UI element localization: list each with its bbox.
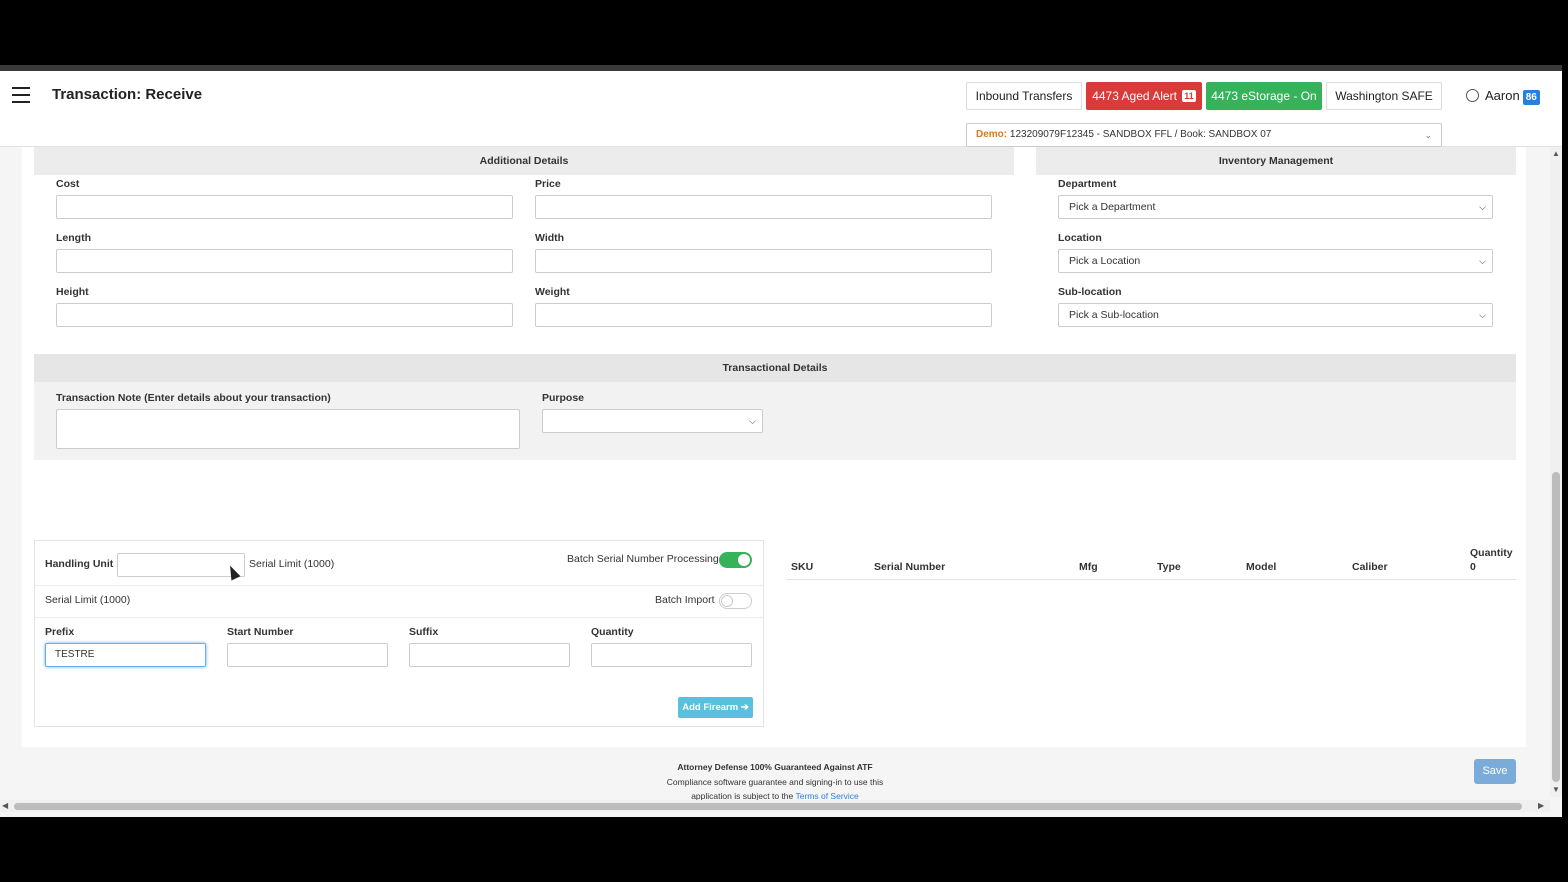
price-input[interactable] [535, 195, 992, 219]
vertical-scrollbar[interactable]: ▲ ▼ [1550, 147, 1562, 797]
transaction-note-hint: (Enter details about your transaction) [144, 392, 331, 404]
handling-unit-input[interactable] [117, 553, 245, 577]
book-select-value: 123209079F12345 - SANDBOX FFL / Book: SA… [1009, 129, 1272, 140]
weight-input[interactable] [535, 303, 992, 327]
col-serial-number: Serial Number [874, 561, 946, 573]
washington-safe-button[interactable]: Washington SAFE [1326, 82, 1442, 110]
batch-serial-label: Batch Serial Number Processing [567, 553, 719, 565]
col-quantity: Quantity [1470, 547, 1513, 559]
quantity-total: 0 [1470, 561, 1476, 573]
location-select-value: Pick a Location [1069, 255, 1141, 267]
width-input[interactable] [535, 249, 992, 273]
vertical-scroll-thumb[interactable] [1552, 472, 1560, 782]
main-content: Additional Details Cost Price Length Wid… [22, 147, 1526, 784]
user-name: Aaron [1485, 88, 1520, 103]
book-demo-prefix: Demo: [976, 129, 1008, 140]
department-label: Department [1058, 178, 1117, 190]
start-number-input[interactable] [227, 643, 388, 667]
serial-limit-text: Serial Limit (1000) [45, 594, 131, 606]
chevron-down-icon: ⌵ [1479, 310, 1486, 320]
chevron-down-icon: ⌵ [1479, 202, 1486, 212]
purpose-label: Purpose [542, 392, 585, 404]
scroll-down-icon[interactable]: ▼ [1552, 785, 1560, 794]
suffix-input[interactable] [409, 643, 570, 667]
sublocation-select-value: Pick a Sub-location [1069, 309, 1159, 321]
toggle-knob [721, 595, 733, 607]
chevron-down-icon: ⌵ [1479, 256, 1486, 266]
user-menu[interactable]: Aaron 86 [1466, 88, 1540, 105]
aged-alert-count-badge: 11 [1182, 90, 1196, 102]
cost-label: Cost [56, 178, 80, 190]
hamburger-menu-icon[interactable] [12, 87, 30, 103]
suffix-label: Suffix [409, 626, 439, 638]
width-label: Width [535, 232, 565, 244]
inbound-transfers-button[interactable]: Inbound Transfers [966, 82, 1082, 110]
handling-unit-label: Handling Unit [45, 558, 114, 570]
user-badge: 86 [1522, 90, 1540, 105]
horizontal-scroll-thumb[interactable] [14, 803, 1522, 810]
footer-guarantee: Attorney Defense 100% Guaranteed Against… [677, 762, 873, 772]
user-icon [1466, 89, 1479, 102]
footer: Attorney Defense 100% Guaranteed Against… [0, 762, 1550, 801]
add-firearm-button[interactable]: Add Firearm ➔ [678, 697, 753, 718]
col-caliber: Caliber [1352, 561, 1388, 573]
transaction-note-label: Transaction Note (Enter details about yo… [56, 392, 331, 404]
scroll-right-icon[interactable]: ▶ [1538, 801, 1544, 810]
weight-label: Weight [535, 286, 570, 298]
transaction-note-label-text: Transaction Note [56, 392, 142, 404]
batch-serial-toggle[interactable] [719, 552, 752, 568]
footer-line2: Compliance software guarantee and signin… [666, 777, 884, 787]
quantity-label: Quantity [591, 626, 634, 638]
department-select[interactable]: Pick a Department ⌵ [1058, 195, 1493, 219]
cost-input[interactable] [56, 195, 513, 219]
batch-import-toggle[interactable] [719, 593, 752, 609]
sublocation-select[interactable]: Pick a Sub-location ⌵ [1058, 303, 1493, 327]
aged-alert-button[interactable]: 4473 Aged Alert 11 [1086, 82, 1202, 110]
col-type: Type [1157, 561, 1181, 573]
length-input[interactable] [56, 249, 513, 273]
book-select[interactable]: Demo: 123209079F12345 - SANDBOX FFL / Bo… [966, 123, 1442, 147]
chevron-down-icon: ⌵ [749, 416, 756, 426]
sublocation-label: Sub-location [1058, 286, 1122, 298]
height-input[interactable] [56, 303, 513, 327]
batch-serial-panel: Handling Unit Serial Limit (1000) Batch … [34, 540, 764, 727]
prefix-label: Prefix [45, 626, 75, 638]
start-number-label: Start Number [227, 626, 294, 638]
page-title: Transaction: Receive [52, 86, 203, 103]
col-model: Model [1246, 561, 1277, 573]
scroll-left-icon[interactable]: ◀ [2, 801, 8, 810]
transaction-note-textarea[interactable] [56, 409, 520, 449]
table-header-divider [786, 579, 1516, 580]
serial-limit-inline: Serial Limit (1000) [249, 558, 335, 570]
height-label: Height [56, 286, 89, 298]
aged-alert-label: 4473 Aged Alert [1092, 89, 1177, 103]
additional-details-heading: Additional Details [34, 147, 1014, 175]
top-bar: Transaction: Receive Inbound Transfers 4… [0, 65, 1562, 147]
location-select[interactable]: Pick a Location ⌵ [1058, 249, 1493, 273]
transactional-details-heading: Transactional Details [34, 354, 1516, 382]
estorage-button[interactable]: 4473 eStorage - On [1206, 82, 1322, 110]
quantity-input[interactable] [591, 643, 752, 667]
col-mfg: Mfg [1079, 561, 1098, 573]
divider [35, 617, 763, 618]
chevron-down-icon: ⌄ [1424, 130, 1432, 140]
prefix-input[interactable]: TESTRE [45, 643, 206, 667]
length-label: Length [56, 232, 91, 244]
col-sku: SKU [791, 561, 814, 573]
location-label: Location [1058, 232, 1102, 244]
toggle-knob [738, 554, 750, 566]
inventory-management-heading: Inventory Management [1036, 147, 1516, 175]
price-label: Price [535, 178, 561, 190]
purpose-select[interactable]: ⌵ [542, 409, 763, 433]
app-screen: Transaction: Receive Inbound Transfers 4… [0, 65, 1562, 817]
divider [35, 585, 763, 586]
horizontal-scrollbar[interactable]: ◀ ▶ [0, 800, 1550, 812]
department-select-value: Pick a Department [1069, 201, 1156, 213]
scroll-up-icon[interactable]: ▲ [1552, 149, 1560, 158]
batch-import-label: Batch Import [655, 594, 715, 606]
